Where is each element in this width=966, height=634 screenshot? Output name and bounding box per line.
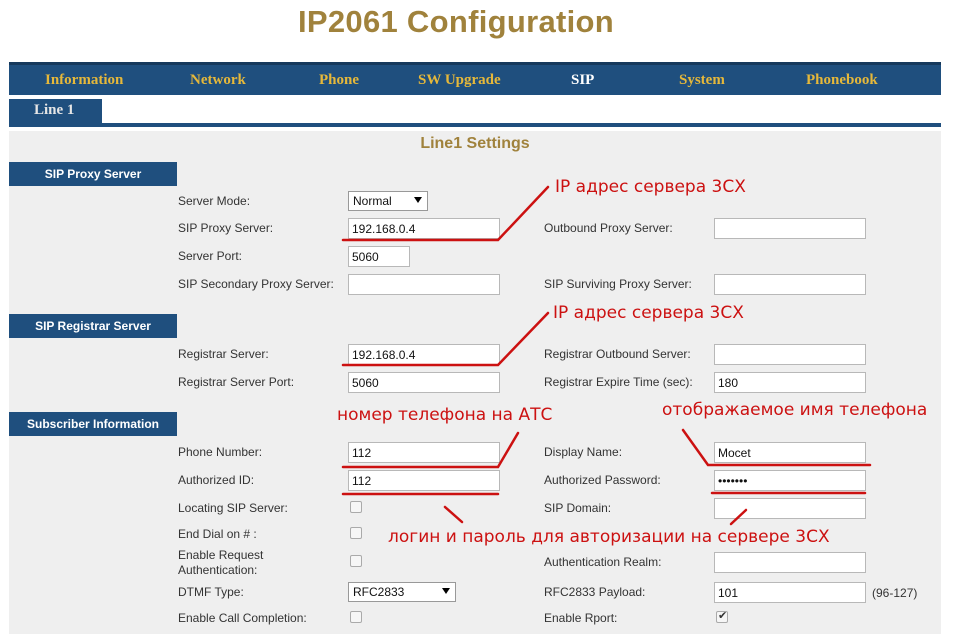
sip-proxy-label: SIP Proxy Server: bbox=[178, 221, 274, 235]
section-title: Line1 Settings bbox=[420, 135, 530, 152]
payload-range-hint: (96-127) bbox=[872, 586, 918, 600]
rfc2833-payload-label: RFC2833 Payload: bbox=[544, 585, 646, 599]
phone-number-input[interactable] bbox=[348, 442, 500, 463]
nav-system[interactable]: System bbox=[679, 72, 725, 89]
registrar-outbound-label: Registrar Outbound Server: bbox=[544, 347, 691, 361]
nav-information[interactable]: Information bbox=[45, 72, 123, 89]
server-mode-select[interactable]: Normal bbox=[348, 191, 428, 211]
server-mode-label: Server Mode: bbox=[178, 194, 251, 208]
secondary-proxy-label: SIP Secondary Proxy Server: bbox=[178, 277, 334, 291]
call-completion-label: Enable Call Completion: bbox=[178, 611, 307, 625]
rfc2833-payload-input[interactable] bbox=[714, 582, 866, 603]
annotation-phone-number: номер телефона на АТС bbox=[337, 405, 553, 425]
annotation-display-name: отображаемое имя телефона bbox=[662, 400, 928, 420]
auth-realm-label: Authentication Realm: bbox=[544, 555, 662, 569]
surviving-proxy-input[interactable] bbox=[714, 274, 866, 295]
locating-sip-checkbox[interactable] bbox=[350, 501, 362, 513]
proxy-section-header: SIP Proxy Server bbox=[9, 162, 177, 186]
end-dial-label: End Dial on # : bbox=[178, 527, 257, 541]
nav-network[interactable]: Network bbox=[190, 72, 246, 89]
server-port-input[interactable] bbox=[348, 246, 410, 267]
registrar-port-label: Registrar Server Port: bbox=[178, 375, 295, 389]
line-tabs: Line 1 bbox=[9, 99, 941, 127]
enable-request-label-1: Enable Request bbox=[178, 548, 264, 562]
sip-domain-label: SIP Domain: bbox=[544, 501, 612, 515]
annotation-ip-server-1: IP адрес сервера 3CX bbox=[555, 177, 746, 197]
registrar-expire-label: Registrar Expire Time (sec): bbox=[544, 375, 693, 389]
surviving-proxy-label: SIP Surviving Proxy Server: bbox=[544, 277, 692, 291]
enable-rport-label: Enable Rport: bbox=[544, 611, 618, 625]
dtmf-type-label: DTMF Type: bbox=[178, 585, 244, 599]
server-mode-value: Normal bbox=[353, 194, 392, 208]
settings-panel: Line1 Settings SIP Proxy Server Server M… bbox=[9, 131, 941, 634]
authorized-password-input[interactable] bbox=[714, 470, 866, 491]
locating-sip-label: Locating SIP Server: bbox=[178, 501, 288, 515]
sip-domain-input[interactable] bbox=[714, 498, 866, 519]
registrar-server-label: Registrar Server: bbox=[178, 347, 269, 361]
chevron-down-icon bbox=[414, 197, 422, 203]
registrar-section-header: SIP Registrar Server bbox=[9, 314, 177, 338]
registrar-outbound-input[interactable] bbox=[714, 344, 866, 365]
authorized-id-label: Authorized ID: bbox=[178, 473, 255, 487]
end-dial-checkbox[interactable] bbox=[350, 527, 362, 539]
registrar-expire-input[interactable] bbox=[714, 372, 866, 393]
nav-phonebook[interactable]: Phonebook bbox=[806, 72, 878, 89]
nav-sip[interactable]: SIP bbox=[571, 72, 594, 89]
main-nav: Information Network Phone SW Upgrade SIP… bbox=[9, 62, 941, 95]
enable-rport-checkbox[interactable] bbox=[716, 609, 728, 623]
subscriber-section-header: Subscriber Information bbox=[9, 412, 177, 436]
server-port-label: Server Port: bbox=[178, 249, 243, 263]
page-title: IP2061 Configuration bbox=[297, 4, 615, 39]
annotation-login-password: логин и пароль для авторизации на сервер… bbox=[388, 527, 830, 547]
enable-request-label-2: Authentication: bbox=[178, 563, 258, 577]
call-completion-checkbox[interactable] bbox=[350, 611, 362, 623]
tab-line1[interactable]: Line 1 bbox=[9, 99, 102, 123]
authorized-password-label: Authorized Password: bbox=[544, 473, 661, 487]
annotation-ip-server-2: IP адрес сервера 3CX bbox=[553, 303, 744, 323]
enable-request-auth-checkbox[interactable] bbox=[350, 555, 362, 567]
outbound-proxy-input[interactable] bbox=[714, 218, 866, 239]
dtmf-type-value: RFC2833 bbox=[353, 585, 405, 599]
display-name-label: Display Name: bbox=[544, 445, 623, 459]
phone-number-label: Phone Number: bbox=[178, 445, 263, 459]
auth-realm-input[interactable] bbox=[714, 552, 866, 573]
registrar-server-input[interactable] bbox=[348, 344, 500, 365]
display-name-input[interactable] bbox=[714, 442, 866, 463]
authorized-id-input[interactable] bbox=[348, 470, 500, 491]
secondary-proxy-input[interactable] bbox=[348, 274, 500, 295]
dtmf-type-select[interactable]: RFC2833 bbox=[348, 582, 456, 602]
chevron-down-icon bbox=[442, 588, 450, 594]
nav-sw-upgrade[interactable]: SW Upgrade bbox=[418, 72, 501, 89]
registrar-port-input[interactable] bbox=[348, 372, 500, 393]
sip-proxy-input[interactable] bbox=[348, 218, 500, 239]
nav-phone[interactable]: Phone bbox=[319, 72, 359, 89]
outbound-proxy-label: Outbound Proxy Server: bbox=[544, 221, 673, 235]
